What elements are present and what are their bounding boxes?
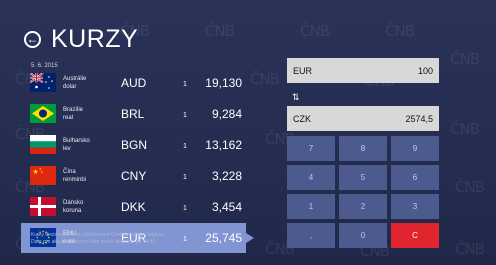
exchange-rate: 3,454 (211, 200, 242, 214)
key-4[interactable]: 4 (287, 165, 335, 190)
key-1[interactable]: 1 (287, 194, 335, 219)
exchange-rate: 13,162 (205, 138, 242, 152)
cnb-watermark: ČNB (450, 120, 480, 138)
to-currency-field[interactable]: CZK 2574,5 (287, 106, 439, 131)
key-7[interactable]: 7 (287, 136, 335, 161)
currency-amount: 1 (183, 112, 187, 119)
cnb-watermark: ČNB (450, 50, 480, 68)
exchange-rate: 3,228 (211, 169, 242, 183)
key-9[interactable]: 9 (391, 136, 439, 161)
currency-code: DKK (121, 200, 146, 214)
currency-code: BGN (121, 138, 148, 152)
swap-arrows-icon[interactable]: ⇅ (292, 92, 300, 103)
key-0[interactable]: 0 (339, 223, 387, 248)
key-3[interactable]: 3 (391, 194, 439, 219)
currency-amount: 1 (183, 174, 187, 181)
denmark-flag-icon (30, 197, 56, 216)
header: ← KURZY (24, 24, 138, 54)
to-currency-code: CZK (293, 113, 311, 124)
currency-code: CNY (121, 169, 147, 183)
svg-text:★: ★ (41, 170, 44, 174)
country-name: Austrálie dolar (63, 76, 87, 90)
rate-row-bgn[interactable]: Bulharsko lev BGN 1 13,162 (21, 130, 246, 160)
key-2[interactable]: 2 (339, 194, 387, 219)
from-currency-code: EUR (293, 65, 313, 76)
from-amount-value: 100 (417, 65, 433, 76)
clear-button[interactable]: C (391, 223, 439, 248)
currency-amount: 1 (183, 143, 187, 150)
rate-row-cny[interactable]: ★ ★ ★ Čína renminbi CNY 1 3,228 (21, 161, 246, 191)
currency-amount: 1 (183, 205, 187, 212)
currency-amount: 1 (183, 81, 187, 88)
key-8[interactable]: 8 (339, 136, 387, 161)
rate-row-brl[interactable]: Brazílie real BRL 1 9,284 (21, 99, 246, 129)
brazil-flag-icon (30, 104, 56, 123)
country-name: Čína renminbi (63, 169, 87, 183)
cnb-watermark: ČNB (250, 70, 280, 88)
footnote: Kurzy devizového trhu vyhlašované Českou… (31, 232, 166, 245)
rate-row-aud[interactable]: Austrálie dolar AUD 1 19,130 (21, 68, 246, 98)
from-currency-field[interactable]: EUR 100 (287, 58, 439, 83)
selection-arrow-icon (246, 233, 254, 243)
cnb-watermark: ČNB (205, 22, 235, 40)
currency-code: AUD (121, 76, 147, 90)
key-comma[interactable]: , (287, 223, 335, 248)
cnb-watermark: ČNB (385, 22, 415, 40)
exchange-rate: 19,130 (205, 76, 242, 90)
svg-text:★: ★ (33, 168, 39, 176)
cnb-watermark: ČNB (455, 178, 485, 196)
page-title: KURZY (51, 24, 139, 53)
to-amount-value: 2574,5 (405, 113, 433, 124)
rate-row-dkk[interactable]: Dánsko koruna DKK 1 3,454 (21, 192, 246, 222)
rates-list: Austrálie dolar AUD 1 19,130 Brazílie real… (21, 68, 254, 254)
exchange-rate: 9,284 (211, 107, 242, 121)
country-name: Dánsko koruna (63, 200, 84, 214)
cnb-watermark: ČNB (300, 22, 330, 40)
currency-code: BRL (121, 107, 145, 121)
back-arrow-icon: ← (26, 32, 39, 46)
china-flag-icon: ★ ★ ★ (30, 166, 56, 185)
back-button[interactable]: ← (24, 30, 41, 48)
cnb-watermark: ČNB (455, 240, 485, 258)
key-6[interactable]: 6 (391, 165, 439, 190)
country-name: Brazílie real (63, 107, 84, 121)
key-5[interactable]: 5 (339, 165, 387, 190)
bulgaria-flag-icon (30, 135, 56, 154)
country-name: Bulharsko lev (63, 138, 90, 152)
australia-flag-icon (30, 73, 56, 92)
